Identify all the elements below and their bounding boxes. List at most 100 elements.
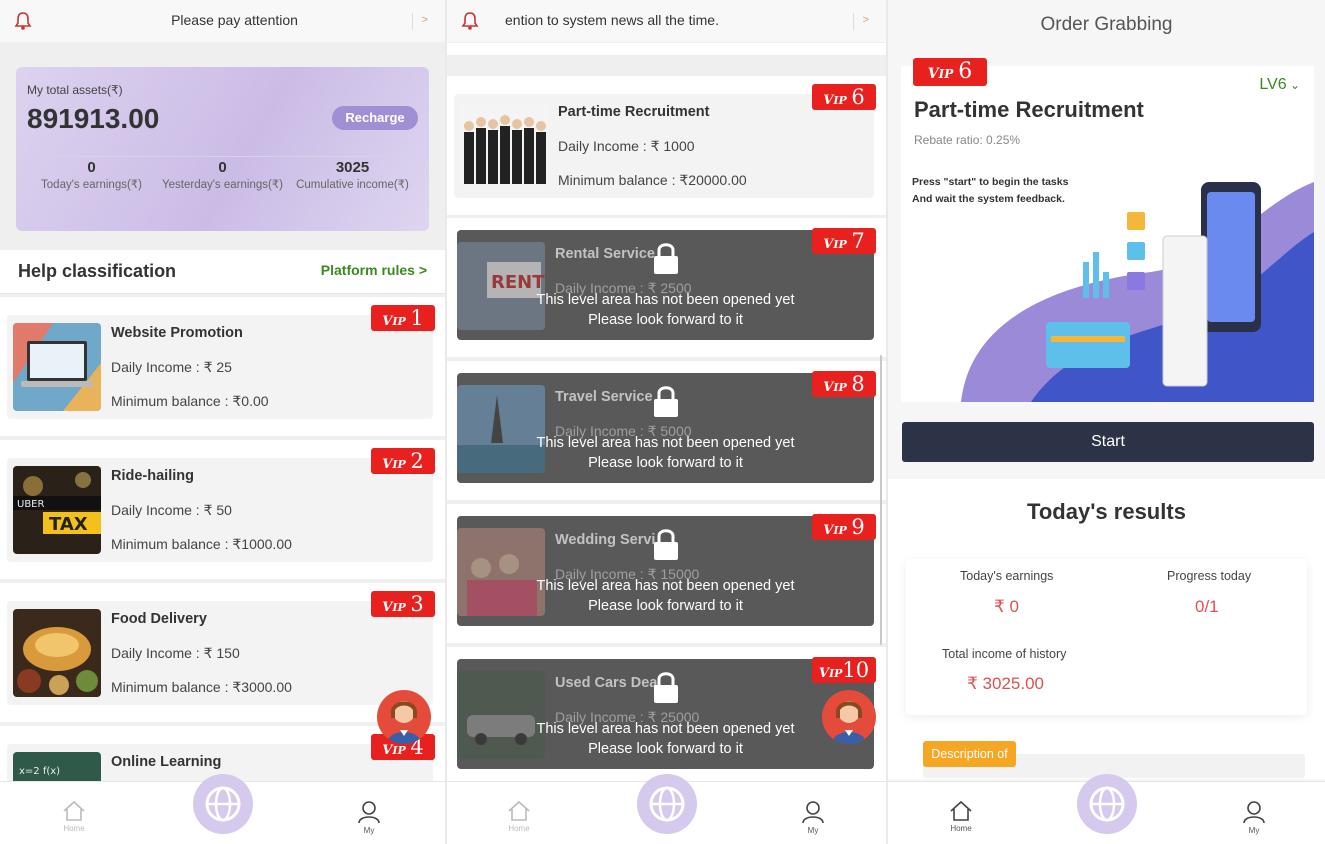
- vip-badge: VIP 7: [812, 228, 876, 254]
- locked-message: This level area has not been opened yet: [536, 721, 795, 737]
- website-promotion-image: [13, 323, 101, 411]
- vip-badge: VIP 8: [812, 371, 876, 397]
- svg-text:RENT: RENT: [491, 272, 545, 293]
- bottom-nav: Home My: [447, 774, 886, 844]
- stat-value: 0: [87, 159, 96, 176]
- vip-level: 8: [851, 372, 865, 396]
- svg-text:TAX: TAX: [49, 514, 88, 535]
- user-icon: [802, 801, 824, 824]
- results-title: Today's results: [1027, 499, 1186, 524]
- nav-home-label: Home: [508, 824, 530, 833]
- home-icon: [950, 800, 972, 821]
- nav-my[interactable]: My: [793, 800, 833, 835]
- vip-badge: VIP 9: [812, 514, 876, 540]
- nav-home[interactable]: Home: [941, 800, 981, 833]
- locked-submessage: Please look forward to it: [588, 312, 743, 328]
- start-button[interactable]: Start: [902, 422, 1314, 462]
- task-title: Used Cars Dea: [555, 675, 658, 691]
- stat-label: Yesterday's earnings(₹): [162, 179, 283, 191]
- customer-service-icon[interactable]: [822, 690, 876, 744]
- user-icon: [1243, 801, 1265, 824]
- center-hub-button[interactable]: [192, 774, 253, 834]
- platform-rules-link[interactable]: Platform rules >: [321, 262, 427, 278]
- task-title: Online Learning: [111, 754, 222, 770]
- progress-label: Progress today: [1167, 569, 1252, 583]
- vip-level: 9: [851, 515, 865, 539]
- notice-text: Please pay attention: [171, 12, 298, 28]
- vip-badge: VIP 1: [371, 305, 435, 331]
- notice-bar[interactable]: ention to system news all the time. >: [447, 0, 886, 43]
- vip-level: 7: [851, 229, 865, 253]
- locked-message: This level area has not been opened yet: [536, 435, 795, 451]
- task-daily-income: Daily Income : ₹ 25: [111, 359, 232, 375]
- notice-arrow-icon[interactable]: >: [863, 14, 869, 26]
- stat-value: 0: [218, 159, 227, 176]
- task-min-balance: Minimum balance : ₹0.00: [111, 393, 269, 409]
- stat-today: 0 Today's earnings(₹): [24, 159, 159, 191]
- nav-home[interactable]: Home: [499, 800, 539, 833]
- help-header: Help classification Platform rules >: [0, 250, 445, 294]
- notice-divider: [853, 13, 854, 30]
- total-assets-label: My total assets(₹): [27, 83, 123, 97]
- task-min-balance: Minimum balance : ₹1000.00: [111, 536, 292, 552]
- tasks-list-panel: Part-time Recruitment Daily Income : ₹ 1…: [447, 0, 886, 844]
- recharge-button[interactable]: Recharge: [332, 106, 418, 130]
- task-card[interactable]: Website Promotion Daily Income : ₹ 25 Mi…: [0, 297, 445, 436]
- task-card-body: Part-time Recruitment Daily Income : ₹ 1…: [454, 94, 874, 198]
- notice-divider: [412, 13, 413, 30]
- lock-icon: [653, 386, 678, 417]
- today-earnings-label: Today's earnings: [960, 569, 1054, 583]
- nav-my-label: My: [363, 826, 375, 835]
- lock-icon: [653, 529, 678, 560]
- history-income-value: ₹ 3025.00: [967, 674, 1044, 693]
- nav-my[interactable]: My: [1234, 800, 1274, 835]
- task-title: Ride-hailing: [111, 468, 194, 484]
- center-hub-button[interactable]: [636, 774, 697, 834]
- list-top-edge: [447, 43, 886, 55]
- page-title: Order Grabbing: [1040, 14, 1173, 35]
- level-card-title: Part-time Recruitment: [914, 97, 1144, 122]
- task-card-body: Website Promotion Daily Income : ₹ 25 Mi…: [7, 315, 433, 419]
- vip-level: 6: [851, 85, 865, 109]
- center-hub-button[interactable]: [1076, 774, 1137, 834]
- locked-submessage: Please look forward to it: [588, 455, 743, 471]
- task-title: Food Delivery: [111, 611, 207, 627]
- home-panel: Please pay attention > My total assets(₹…: [0, 0, 445, 844]
- customer-service-icon[interactable]: [377, 690, 431, 744]
- task-daily-income: Daily Income : ₹ 50: [111, 502, 232, 518]
- task-card[interactable]: UBER TAX Ride-hailing Daily Income : ₹ 50…: [0, 440, 445, 579]
- level-value: LV6: [1259, 76, 1287, 93]
- vip-badge: VIP 3: [371, 591, 435, 617]
- nav-my[interactable]: My: [349, 800, 389, 835]
- notice-arrow-icon[interactable]: >: [422, 14, 428, 26]
- nav-my-label: My: [807, 826, 819, 835]
- rebate-ratio: Rebate ratio: 0.25%: [914, 133, 1021, 147]
- globe-icon: [1089, 786, 1124, 822]
- vip-badge: VIP 2: [371, 448, 435, 474]
- history-income-label: Total income of history: [942, 647, 1067, 661]
- recruitment-image: [460, 102, 548, 190]
- stat-yesterday: 0 Yesterday's earnings(₹): [155, 159, 290, 191]
- task-card[interactable]: Part-time Recruitment Daily Income : ₹ 1…: [447, 76, 886, 215]
- nav-my-label: My: [1248, 826, 1260, 835]
- task-title: Part-time Recruitment: [558, 104, 710, 120]
- locked-task-card: RENT Rental Service Daily Income : ₹ 250…: [447, 218, 886, 357]
- vip-level: 1: [410, 306, 424, 330]
- bell-icon: [461, 12, 479, 30]
- description-tag: Description of: [923, 741, 1016, 767]
- food-delivery-image: [13, 609, 101, 697]
- task-illustration: Press "start" to begin the tasks And wai…: [901, 162, 1314, 402]
- task-card[interactable]: Food Delivery Daily Income : ₹ 150 Minim…: [0, 583, 445, 722]
- stat-label: Cumulative income(₹): [296, 179, 409, 191]
- home-icon: [63, 800, 85, 821]
- chevron-down-icon: ⌄: [1286, 78, 1300, 92]
- nav-home[interactable]: Home: [54, 800, 94, 833]
- notice-bar[interactable]: Please pay attention >: [0, 0, 445, 43]
- level-selector[interactable]: LV6 ⌄: [1259, 76, 1300, 94]
- ride-hailing-image: UBER TAX: [13, 466, 101, 554]
- progress-value: 0/1: [1195, 597, 1219, 616]
- locked-task-card: Wedding Servi Daily Income : ₹ 15000 Thi…: [447, 504, 886, 643]
- scrollbar[interactable]: [880, 355, 882, 645]
- vip-level: 2: [410, 449, 424, 473]
- help-title: Help classification: [18, 261, 177, 281]
